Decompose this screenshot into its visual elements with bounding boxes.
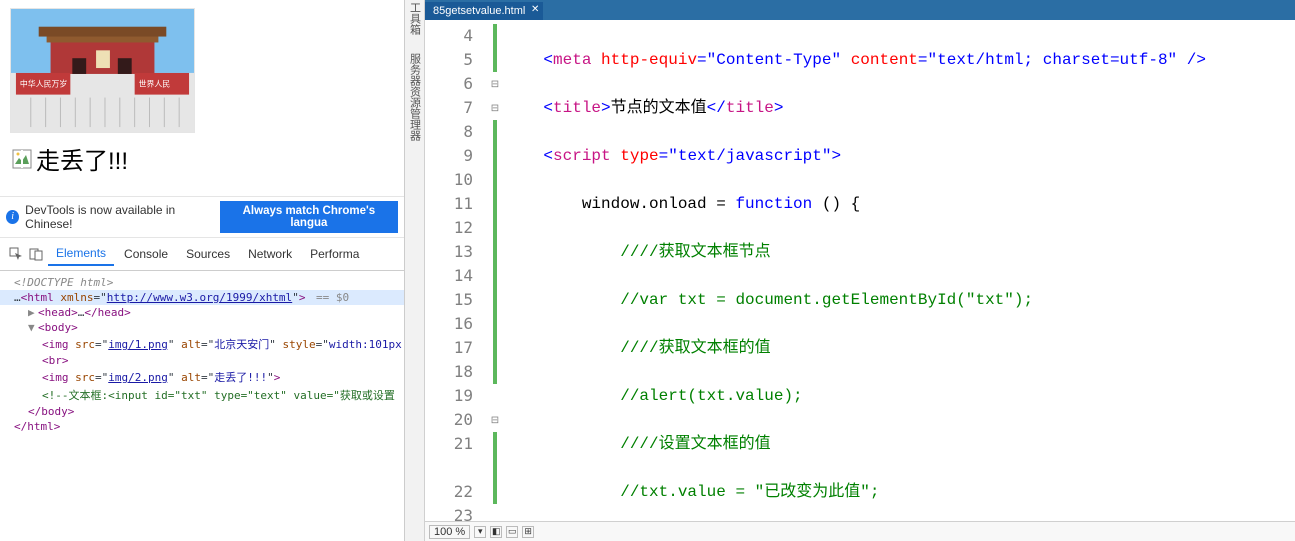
code-line-12: ////设置文本框的值 [505,432,1295,456]
tab-elements[interactable]: Elements [48,242,114,266]
broken-image-alt: 走丢了!!! [36,141,128,176]
ide-tabbar: 85getsetvalue.html ✕ [425,0,1295,20]
dom-head[interactable]: ▶<head>…</head> [0,305,404,320]
dom-comment[interactable]: <!--文本框:<input id="txt" type="text" valu… [0,386,404,404]
dom-body-open[interactable]: ▼<body> [0,320,404,335]
sb-btn-3[interactable]: ⊞ [522,526,534,538]
code-editor[interactable]: 4567891011121314151617181920212223 ⊟ ⊟ ⊟ [425,20,1295,521]
broken-image-2: 走丢了!!! [12,141,396,176]
info-icon: i [6,210,19,224]
dom-body-close[interactable]: </body> [0,404,404,419]
code-line-6: <script type="text/javascript"> [505,144,1295,168]
device-icon[interactable] [28,246,44,262]
ide-tab-file[interactable]: 85getsetvalue.html ✕ [425,2,543,20]
code-line-4: <meta http-equiv="Content-Type" content=… [505,48,1295,72]
side-toolbox[interactable]: 工具箱 [407,2,423,35]
code-body[interactable]: <meta http-equiv="Content-Type" content=… [505,20,1295,521]
line-number-gutter: 4567891011121314151617181920212223 [425,20,485,521]
dom-br[interactable]: <br> [0,353,404,368]
code-line-13: //txt.value = "已改变为此值"; [505,480,1295,504]
preview-image-1: 中华人民万岁 世界人民 [10,8,195,133]
svg-text:世界人民: 世界人民 [139,79,171,89]
page-preview: 中华人民万岁 世界人民 走丢了!!! [0,0,404,196]
banner-match-button[interactable]: Always match Chrome's langua [220,201,398,233]
broken-image-icon [12,149,32,169]
ide-tab-label: 85getsetvalue.html [433,5,525,17]
sb-btn-1[interactable]: ◧ [490,526,502,538]
tab-network[interactable]: Network [240,243,300,265]
code-line-10: ////获取文本框的值 [505,336,1295,360]
tab-performance[interactable]: Performa [302,243,367,265]
dom-img2[interactable]: <img src="img/2.png" alt="走丢了!!!"> [0,368,404,386]
ide-statusbar: 100 % ▾ ◧ ▭ ⊞ [425,521,1295,541]
fold-marker-gutter: ⊟ ⊟ ⊟ [485,20,505,521]
inspect-icon[interactable] [8,246,24,262]
elements-dom-tree[interactable]: <!DOCTYPE html> …<html xmlns="http://www… [0,271,404,541]
svg-text:中华人民万岁: 中华人民万岁 [20,79,67,89]
zoom-level[interactable]: 100 % [429,525,470,539]
zoom-dropdown-icon[interactable]: ▾ [474,526,486,538]
code-line-9: //var txt = document.getElementById("txt… [505,288,1295,312]
dom-html-open[interactable]: …<html xmlns="http://www.w3.org/1999/xht… [0,290,404,305]
ide-left-rail: 工具箱 服务器资源管理器 [405,0,425,541]
code-line-8: ////获取文本框节点 [505,240,1295,264]
close-icon[interactable]: ✕ [531,3,539,17]
sb-btn-2[interactable]: ▭ [506,526,518,538]
ide-panel: 工具箱 服务器资源管理器 85getsetvalue.html ✕ 456789… [405,0,1295,541]
dom-img1[interactable]: <img src="img/1.png" alt="北京天安门" style="… [0,335,404,353]
dom-doctype: <!DOCTYPE html> [0,275,404,290]
side-server-explorer[interactable]: 服务器资源管理器 [407,53,423,141]
tab-sources[interactable]: Sources [178,243,238,265]
code-line-11: //alert(txt.value); [505,384,1295,408]
code-line-5: <title>节点的文本值</title> [505,96,1295,120]
dom-html-close[interactable]: </html> [0,419,404,434]
tab-console[interactable]: Console [116,243,176,265]
browser-panel: 中华人民万岁 世界人民 走丢了!!! i DevTools is now ava… [0,0,405,541]
devtools-lang-banner: i DevTools is now available in Chinese! … [0,196,404,238]
banner-msg: DevTools is now available in Chinese! [25,203,214,231]
devtools-tabbar: Elements Console Sources Network Perform… [0,238,404,271]
code-line-7: window.onload = function () { [505,192,1295,216]
